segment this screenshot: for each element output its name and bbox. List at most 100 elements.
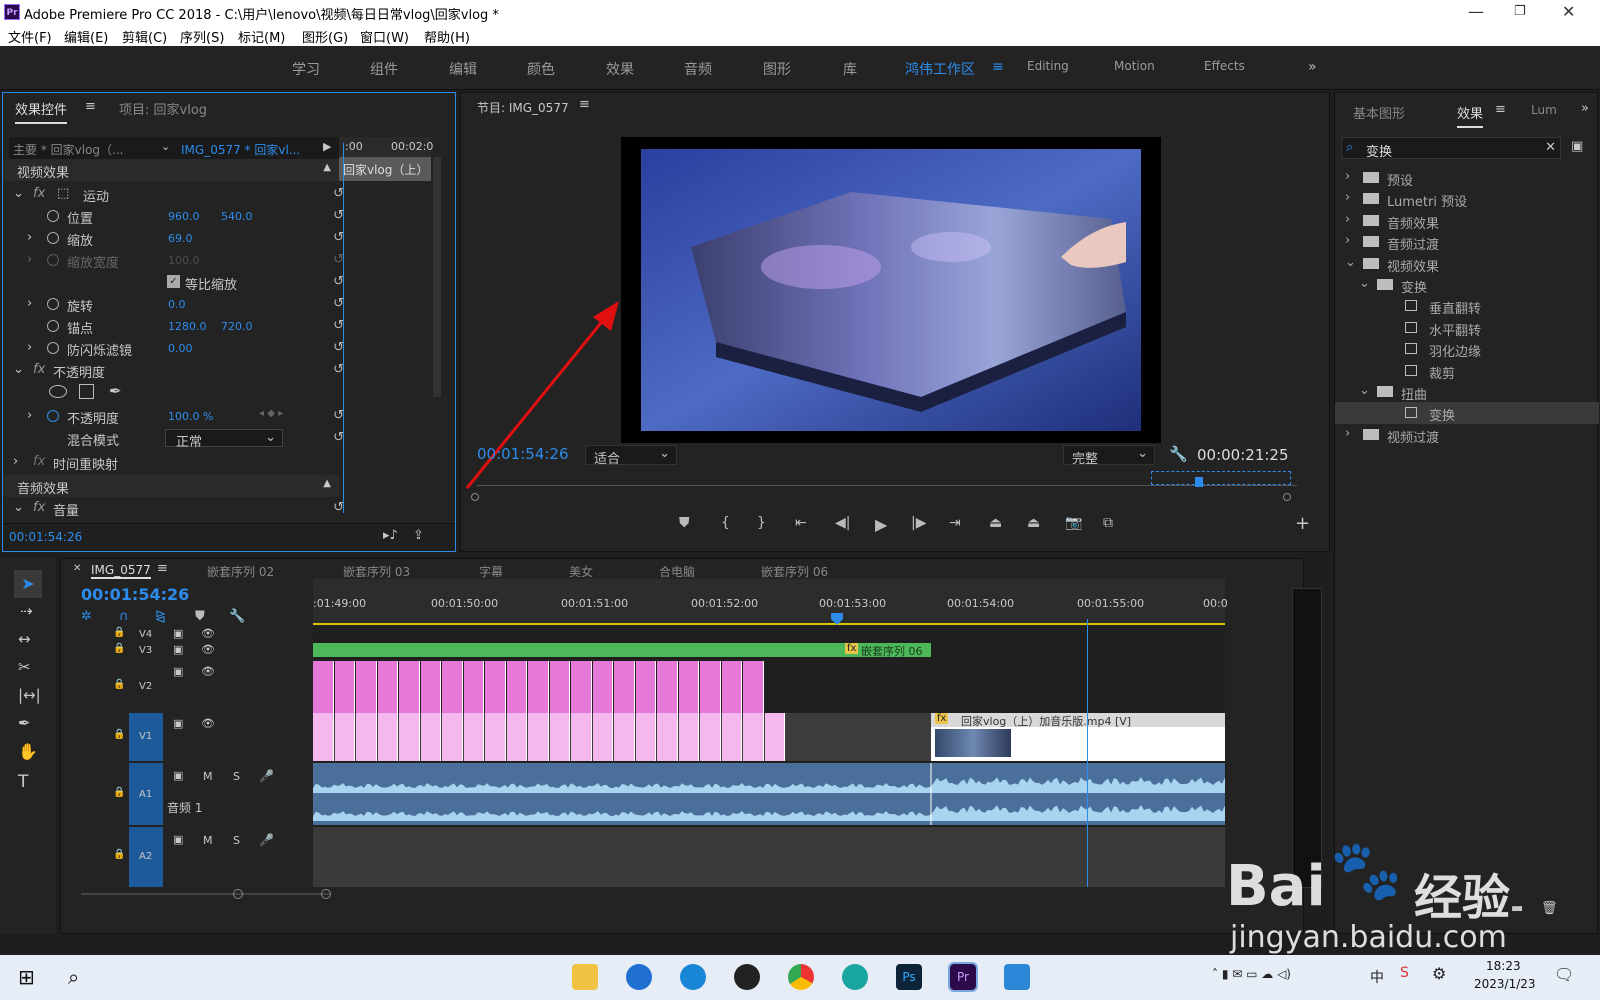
keyframe-nav-icon[interactable]: ◂ ◆ ▸	[259, 408, 283, 419]
program-timecode[interactable]: 00:01:54:26	[477, 445, 569, 463]
clip-block[interactable]	[485, 713, 506, 761]
add-button-icon[interactable]: +	[1295, 513, 1310, 534]
go-to-in-icon[interactable]: ⇤	[795, 515, 807, 531]
track-label[interactable]: A2	[139, 851, 152, 862]
clock-date[interactable]: 2023/1/23	[1474, 977, 1536, 991]
play-clip-icon[interactable]: ▶	[323, 140, 331, 153]
seq-tab-02[interactable]: 嵌套序列 02	[207, 563, 274, 580]
expand-icon[interactable]: ›	[13, 454, 18, 469]
menu-help[interactable]: 帮助(H)	[424, 27, 470, 46]
settings-gear-icon[interactable]: ⚙	[1432, 964, 1446, 983]
selection-tool-icon[interactable]: ➤	[14, 570, 42, 598]
effects-tree-item[interactable]: › 音频过渡	[1335, 231, 1599, 253]
fx-icon[interactable]: fx	[33, 454, 45, 469]
uniform-scale-checkbox[interactable]: ✓	[167, 275, 180, 288]
clip-block[interactable]	[528, 713, 549, 761]
reset-icon[interactable]: ↺	[333, 430, 344, 445]
ws-graphics[interactable]: 图形	[763, 59, 791, 79]
toggle-output-icon[interactable]: ▣	[173, 769, 183, 782]
collapse-icon[interactable]: ▲	[323, 478, 331, 489]
rotation-value[interactable]: 0.0	[168, 298, 186, 311]
expand-icon[interactable]: ›	[27, 230, 32, 245]
work-area-bar[interactable]	[313, 623, 1225, 625]
premiere-icon[interactable]: Pr	[948, 962, 978, 992]
edge-legacy-icon[interactable]	[680, 964, 706, 990]
effects-tree-item[interactable]: ⌄ 变换	[1335, 274, 1599, 296]
toggle-output-icon[interactable]: ▣	[173, 833, 183, 846]
effects-tree-item[interactable]: 裁剪	[1335, 360, 1599, 382]
ws-assembly[interactable]: 组件	[370, 59, 398, 79]
in-out-range[interactable]	[1151, 471, 1291, 485]
ws-editing-cn[interactable]: 编辑	[449, 59, 477, 79]
toggle-output-icon[interactable]: ▣	[173, 665, 183, 678]
track-label[interactable]: A1	[139, 789, 152, 800]
stopwatch-icon[interactable]	[47, 210, 59, 222]
motion-transform-icon[interactable]: ⬚	[57, 186, 69, 201]
stopwatch-icon[interactable]	[47, 320, 59, 332]
v2-clips[interactable]	[313, 661, 773, 713]
toggle-output-icon[interactable]: ▣	[173, 627, 183, 640]
scale-value[interactable]: 69.0	[168, 232, 193, 245]
reset-icon[interactable]: ↺	[333, 186, 344, 201]
tray-icons[interactable]: ˄ ▮ ✉ ▭ ☁ ◁)	[1212, 967, 1291, 981]
track-select-icon[interactable]: ⇢	[20, 602, 33, 620]
close-icon[interactable]: ✕	[1562, 2, 1575, 21]
clip-block[interactable]	[549, 661, 570, 713]
minimize-icon[interactable]: —	[1468, 2, 1484, 21]
extract-icon[interactable]: ⏏	[1027, 515, 1040, 531]
reset-icon[interactable]: ↺	[333, 318, 344, 333]
effects-tree-item[interactable]: › Lumetri 预设	[1335, 188, 1599, 210]
close-tab-icon[interactable]: ✕	[73, 563, 81, 574]
track-label[interactable]: V1	[139, 731, 152, 742]
eye-icon[interactable]: 👁	[201, 627, 215, 640]
track-label[interactable]: V2	[139, 681, 152, 692]
clip-block[interactable]	[313, 661, 334, 713]
eye-icon[interactable]: 👁	[201, 665, 215, 678]
scroll-handle-right[interactable]	[1283, 493, 1291, 501]
ws-editing[interactable]: Editing	[1027, 59, 1069, 73]
program-scrubber[interactable]	[477, 485, 1297, 486]
edge-icon[interactable]	[842, 964, 868, 990]
export-icon[interactable]: ⇪	[413, 528, 424, 543]
reset-icon[interactable]: ↺	[333, 274, 344, 289]
clip-block[interactable]	[657, 713, 678, 761]
clip-block[interactable]	[334, 661, 355, 713]
ws-library[interactable]: 库	[843, 59, 857, 79]
clip-block[interactable]	[399, 661, 420, 713]
lock-icon[interactable]: 🔒	[113, 787, 125, 798]
ec-timecode[interactable]: 00:01:54:26	[9, 530, 82, 544]
eye-icon[interactable]: 👁	[201, 643, 215, 656]
menu-file[interactable]: 文件(F)	[8, 27, 52, 46]
slip-icon[interactable]: |↔|	[18, 686, 41, 704]
track-label[interactable]: V3	[139, 645, 152, 656]
ec-scrollbar[interactable]	[433, 157, 441, 397]
effects-tree-item[interactable]: ⌄ 视频效果	[1335, 253, 1599, 275]
clip-block[interactable]	[463, 661, 484, 713]
timeline-timecode[interactable]: 00:01:54:26	[81, 585, 189, 604]
clip-block[interactable]	[635, 661, 656, 713]
menu-clip[interactable]: 剪辑(C)	[122, 27, 167, 46]
seq-tab-beauty[interactable]: 美女	[569, 563, 593, 580]
expand-icon[interactable]: ›	[1345, 190, 1350, 205]
clip-block[interactable]	[442, 713, 463, 761]
lift-icon[interactable]: ⏏	[989, 515, 1002, 531]
effects-tree-item[interactable]: 羽化边缘	[1335, 338, 1599, 360]
notepad-icon[interactable]	[1004, 964, 1030, 990]
blend-mode-select[interactable]: 正常 ⌄	[165, 429, 283, 450]
lock-icon[interactable]: 🔒	[113, 729, 125, 740]
program-playhead[interactable]	[1195, 477, 1203, 487]
time-ruler[interactable]: :01:49:00 00:01:50:00 00:01:51:00 00:01:…	[313, 579, 1228, 625]
ws-custom[interactable]: 鸿伟工作区	[905, 59, 975, 79]
clip-block[interactable]	[635, 713, 656, 761]
clip-block[interactable]	[420, 713, 441, 761]
mute-button[interactable]: M	[203, 834, 213, 847]
stopwatch-icon[interactable]	[47, 342, 59, 354]
timeline-playhead[interactable]	[1087, 619, 1088, 887]
effects-tree-item[interactable]: › 预设	[1335, 167, 1599, 189]
lock-icon[interactable]: 🔒	[113, 627, 125, 638]
nest-icon[interactable]: ✲	[81, 609, 92, 624]
qq-icon[interactable]	[734, 964, 760, 990]
dropdown-icon[interactable]: ⌄	[161, 140, 170, 153]
expand-icon[interactable]: ⌄	[1359, 383, 1370, 398]
fit-select[interactable]: 适合 ⌄	[585, 445, 677, 467]
